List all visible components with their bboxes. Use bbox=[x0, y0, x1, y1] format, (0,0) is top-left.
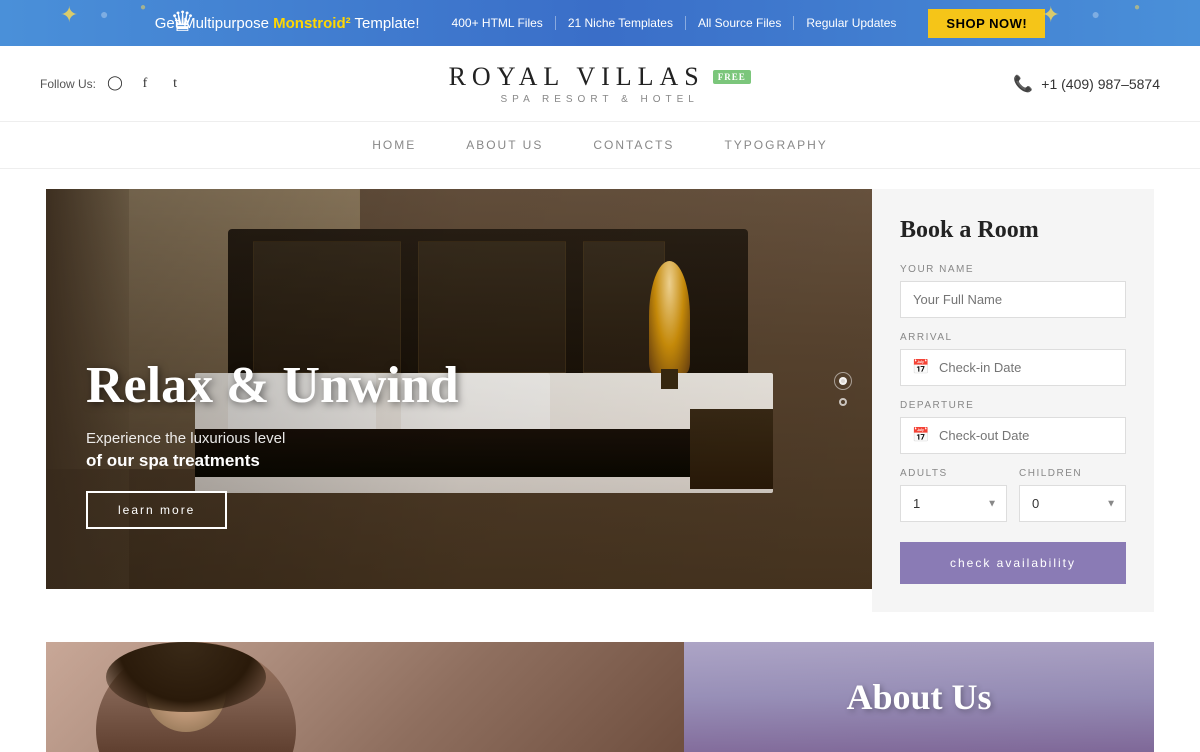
free-badge: FREE bbox=[713, 70, 751, 84]
slider-dot-active[interactable] bbox=[834, 372, 852, 390]
arrival-input-wrap: 📅 bbox=[900, 349, 1126, 386]
twitter-icon[interactable]: t bbox=[164, 73, 186, 95]
deco-dot-2: ● bbox=[140, 2, 146, 13]
nav-home[interactable]: HOME bbox=[372, 138, 416, 152]
departure-field-group: DEPARTURE 📅 bbox=[900, 400, 1126, 454]
book-title: Book a Room bbox=[900, 217, 1126, 244]
promo-bar: ✦ ● ● ♛ Get Multipurpose Monstroid² Temp… bbox=[0, 0, 1200, 46]
check-availability-button[interactable]: check availability bbox=[900, 542, 1126, 584]
promo-link-niche[interactable]: 21 Niche Templates bbox=[556, 16, 686, 30]
children-select[interactable]: 0123 bbox=[1019, 485, 1126, 522]
dot-inner bbox=[839, 377, 847, 385]
crown-icon: ♛ bbox=[170, 5, 195, 39]
hero-title: Relax & Unwind bbox=[86, 357, 459, 414]
phone-icon: 📞 bbox=[1013, 74, 1033, 94]
logo: ROYAL VILLAS FREE SPA RESORT & HOTEL bbox=[449, 62, 751, 105]
deco-star-right: ✦ bbox=[1042, 2, 1060, 28]
adults-select[interactable]: 1234 bbox=[900, 485, 1007, 522]
name-field-group: YOUR NAME bbox=[900, 264, 1126, 318]
adults-select-wrap: 1234 ▼ bbox=[900, 485, 1007, 522]
slider-dot-2[interactable] bbox=[839, 398, 847, 406]
calendar-icon-arrival: 📅 bbox=[912, 359, 929, 376]
name-label: YOUR NAME bbox=[900, 264, 1126, 275]
arrival-field-group: ARRIVAL 📅 bbox=[900, 332, 1126, 386]
adults-label: ADULTS bbox=[900, 468, 1007, 479]
site-header: Follow Us: ◯ f t ROYAL VILLAS FREE SPA R… bbox=[0, 46, 1200, 122]
hero-subtitle1: Experience the luxurious level bbox=[86, 430, 459, 447]
booking-panel: Book a Room YOUR NAME ARRIVAL 📅 DEPARTUR… bbox=[872, 189, 1154, 612]
instagram-icon[interactable]: ◯ bbox=[104, 73, 126, 95]
learn-more-button[interactable]: learn more bbox=[86, 491, 227, 529]
about-title: About Us bbox=[846, 676, 991, 718]
hero-subtitle2: of our spa treatments bbox=[86, 451, 459, 471]
main-nav: HOME ABOUT US CONTACTS TYPOGRAPHY bbox=[0, 122, 1200, 169]
nav-typography[interactable]: TYPOGRAPHY bbox=[724, 138, 827, 152]
hero-image: Relax & Unwind Experience the luxurious … bbox=[46, 189, 872, 589]
nav-about[interactable]: ABOUT US bbox=[466, 138, 543, 152]
arrival-label: ARRIVAL bbox=[900, 332, 1126, 343]
promo-link-html[interactable]: 400+ HTML Files bbox=[440, 16, 556, 30]
arrival-input[interactable] bbox=[900, 349, 1126, 386]
promo-link-source[interactable]: All Source Files bbox=[686, 16, 794, 30]
spa-image-card bbox=[46, 642, 684, 752]
phone-number: +1 (409) 987–5874 bbox=[1041, 76, 1160, 92]
name-input[interactable] bbox=[900, 281, 1126, 318]
departure-input-wrap: 📅 bbox=[900, 417, 1126, 454]
promo-link-updates[interactable]: Regular Updates bbox=[794, 16, 908, 30]
children-group: CHILDREN 0123 ▼ bbox=[1019, 468, 1126, 522]
slider-dots bbox=[834, 372, 852, 406]
hero-section: Relax & Unwind Experience the luxurious … bbox=[0, 189, 1200, 612]
calendar-icon-departure: 📅 bbox=[912, 427, 929, 444]
person-hair bbox=[106, 642, 266, 712]
logo-name: ROYAL VILLAS FREE bbox=[449, 62, 751, 92]
logo-subtitle: SPA RESORT & HOTEL bbox=[449, 94, 751, 105]
shop-now-button[interactable]: SHOP NOW! bbox=[928, 9, 1045, 38]
promo-links: 400+ HTML Files 21 Niche Templates All S… bbox=[440, 16, 909, 30]
children-label: CHILDREN bbox=[1019, 468, 1126, 479]
adults-group: ADULTS 1234 ▼ bbox=[900, 468, 1007, 522]
facebook-icon[interactable]: f bbox=[134, 73, 156, 95]
deco-dot-r2: ● bbox=[1134, 2, 1140, 13]
phone-area: 📞 +1 (409) 987–5874 bbox=[1013, 74, 1160, 94]
follow-us-area: Follow Us: ◯ f t bbox=[40, 73, 186, 95]
deco-dot-1: ● bbox=[100, 8, 108, 24]
guests-row: ADULTS 1234 ▼ CHILDREN 0123 ▼ bbox=[900, 468, 1126, 522]
about-card: About Us bbox=[684, 642, 1154, 752]
hero-content: Relax & Unwind Experience the luxurious … bbox=[86, 357, 459, 529]
below-hero-section: About Us bbox=[0, 642, 1200, 752]
nav-contacts[interactable]: CONTACTS bbox=[593, 138, 674, 152]
departure-label: DEPARTURE bbox=[900, 400, 1126, 411]
follow-label: Follow Us: bbox=[40, 77, 96, 91]
children-select-wrap: 0123 ▼ bbox=[1019, 485, 1126, 522]
departure-input[interactable] bbox=[900, 417, 1126, 454]
deco-dot-r1: ● bbox=[1092, 8, 1100, 24]
deco-star-left: ✦ bbox=[60, 2, 78, 28]
